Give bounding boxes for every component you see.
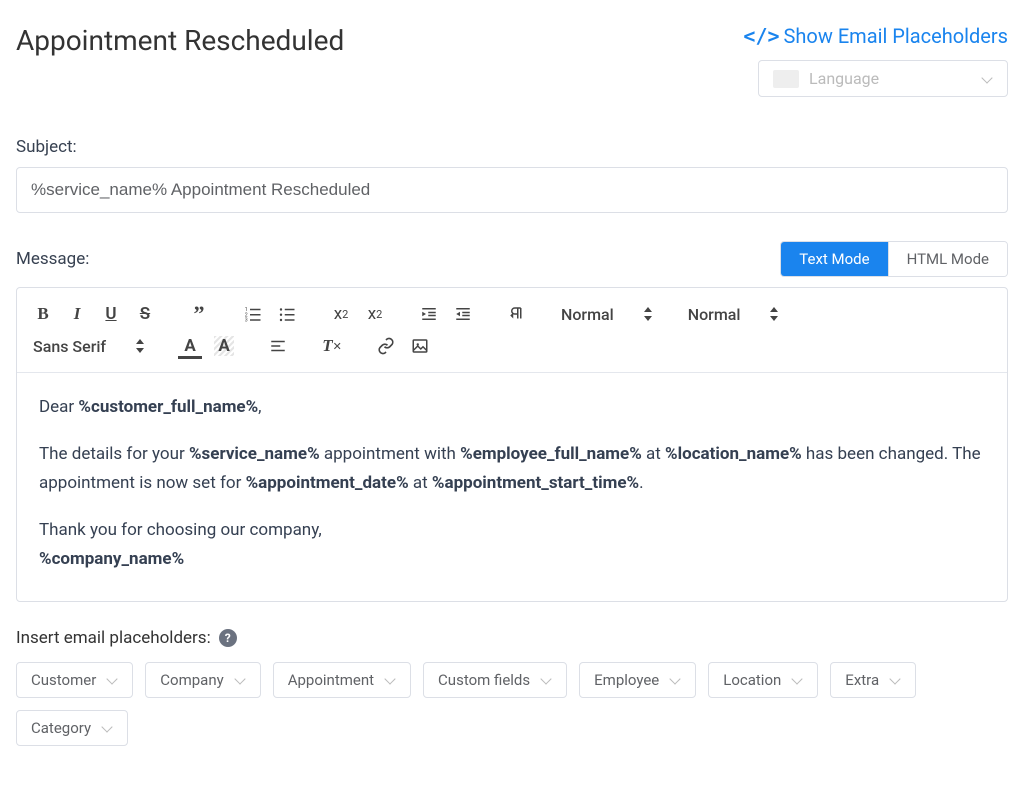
- font-family-picker[interactable]: Sans Serif: [33, 337, 146, 356]
- language-placeholder: Language: [809, 69, 879, 88]
- chip-label: Company: [160, 671, 223, 689]
- placeholder-location-name: %location_name%: [665, 444, 802, 464]
- outdent-button[interactable]: [419, 305, 439, 323]
- chip-appointment[interactable]: Appointment: [273, 662, 411, 698]
- chip-employee[interactable]: Employee: [579, 662, 696, 698]
- help-icon[interactable]: ?: [219, 629, 237, 647]
- link-button[interactable]: [376, 337, 396, 355]
- code-icon: </>: [743, 24, 779, 48]
- chip-category[interactable]: Category: [16, 710, 128, 746]
- placeholder-appointment-date: %appointment_date%: [246, 473, 409, 493]
- blockquote-button[interactable]: ”: [189, 308, 209, 320]
- strikethrough-button[interactable]: S: [135, 304, 155, 324]
- subject-input[interactable]: [16, 167, 1008, 213]
- insert-placeholders-label-row: Insert email placeholders: ?: [16, 628, 1008, 648]
- show-email-placeholders-link[interactable]: </> Show Email Placeholders: [743, 24, 1008, 48]
- message-label: Message:: [16, 249, 89, 269]
- unordered-list-button[interactable]: [277, 305, 297, 323]
- chip-location[interactable]: Location: [708, 662, 818, 698]
- clear-formatting-button[interactable]: T✕: [322, 336, 342, 356]
- chevron-down-icon: [234, 674, 246, 686]
- chip-label: Extra: [845, 671, 879, 689]
- body-text: appointment with: [320, 444, 460, 464]
- chip-company[interactable]: Company: [145, 662, 260, 698]
- paragraph-picker-label: Normal: [561, 305, 614, 324]
- placeholder-chips: Customer Company Appointment Custom fiel…: [16, 662, 1008, 746]
- svg-text:3: 3: [245, 318, 248, 324]
- background-color-button[interactable]: A: [214, 336, 234, 356]
- chip-label: Category: [31, 719, 91, 737]
- text-direction-button[interactable]: [507, 305, 527, 323]
- updown-icon: [136, 338, 146, 354]
- placeholder-customer-full-name: %customer_full_name%: [78, 397, 258, 417]
- chevron-down-icon: [540, 674, 552, 686]
- chevron-down-icon: [669, 674, 681, 686]
- chip-extra[interactable]: Extra: [830, 662, 916, 698]
- bold-button[interactable]: B: [33, 304, 53, 324]
- placeholder-appointment-start-time: %appointment_start_time%: [432, 473, 639, 493]
- underline-button[interactable]: U: [101, 304, 121, 324]
- chevron-down-icon: [791, 674, 803, 686]
- subscript-button[interactable]: x2: [331, 304, 351, 324]
- page-title: Appointment Rescheduled: [16, 24, 344, 57]
- updown-icon: [770, 306, 780, 322]
- ordered-list-button[interactable]: 123: [243, 305, 263, 323]
- chip-label: Custom fields: [438, 671, 530, 689]
- editor-body[interactable]: Dear %customer_full_name%, The details f…: [17, 373, 1007, 601]
- indent-button[interactable]: [453, 305, 473, 323]
- header-row: Appointment Rescheduled </> Show Email P…: [16, 24, 1008, 97]
- mode-toggle: Text Mode HTML Mode: [780, 241, 1008, 277]
- chip-label: Employee: [594, 671, 659, 689]
- header-right: </> Show Email Placeholders Language: [743, 24, 1008, 97]
- updown-icon: [644, 306, 654, 322]
- chip-label: Customer: [31, 671, 96, 689]
- body-text: at: [642, 444, 665, 464]
- body-text: .: [639, 473, 643, 493]
- editor: B I U S ” 123 x2 x2: [16, 287, 1008, 602]
- insert-placeholders-label: Insert email placeholders:: [16, 628, 211, 648]
- greeting-suffix: ,: [258, 397, 261, 417]
- heading-format-picker[interactable]: Normal: [688, 305, 781, 324]
- text-mode-button[interactable]: Text Mode: [781, 242, 887, 276]
- font-picker-label: Sans Serif: [33, 337, 106, 356]
- html-mode-button[interactable]: HTML Mode: [888, 242, 1007, 276]
- chevron-down-icon: [384, 674, 396, 686]
- thanks-line: Thank you for choosing our company,: [39, 516, 985, 545]
- heading-picker-label: Normal: [688, 305, 741, 324]
- placeholder-service-name: %service_name%: [189, 444, 320, 464]
- subject-label: Subject:: [16, 137, 1008, 157]
- flag-icon: [773, 70, 799, 88]
- align-button[interactable]: [268, 337, 288, 355]
- chip-custom-fields[interactable]: Custom fields: [423, 662, 567, 698]
- language-select[interactable]: Language: [758, 60, 1008, 97]
- text-color-button[interactable]: A: [180, 336, 200, 356]
- superscript-button[interactable]: x2: [365, 304, 385, 324]
- image-button[interactable]: [410, 337, 430, 355]
- body-text: The details for your: [39, 444, 189, 464]
- chevron-down-icon: [106, 674, 118, 686]
- editor-toolbar: B I U S ” 123 x2 x2: [17, 288, 1007, 373]
- chip-label: Appointment: [288, 671, 374, 689]
- show-placeholders-label: Show Email Placeholders: [784, 24, 1008, 48]
- chip-label: Location: [723, 671, 781, 689]
- chevron-down-icon: [889, 674, 901, 686]
- message-header-row: Message: Text Mode HTML Mode: [16, 241, 1008, 277]
- placeholder-company-name: %company_name%: [39, 549, 184, 569]
- body-text: at: [409, 473, 432, 493]
- chevron-down-icon: [981, 73, 993, 85]
- chip-customer[interactable]: Customer: [16, 662, 133, 698]
- chevron-down-icon: [101, 722, 113, 734]
- paragraph-format-picker[interactable]: Normal: [561, 305, 654, 324]
- italic-button[interactable]: I: [67, 304, 87, 324]
- placeholder-employee-full-name: %employee_full_name%: [460, 444, 642, 464]
- greeting-prefix: Dear: [39, 397, 78, 417]
